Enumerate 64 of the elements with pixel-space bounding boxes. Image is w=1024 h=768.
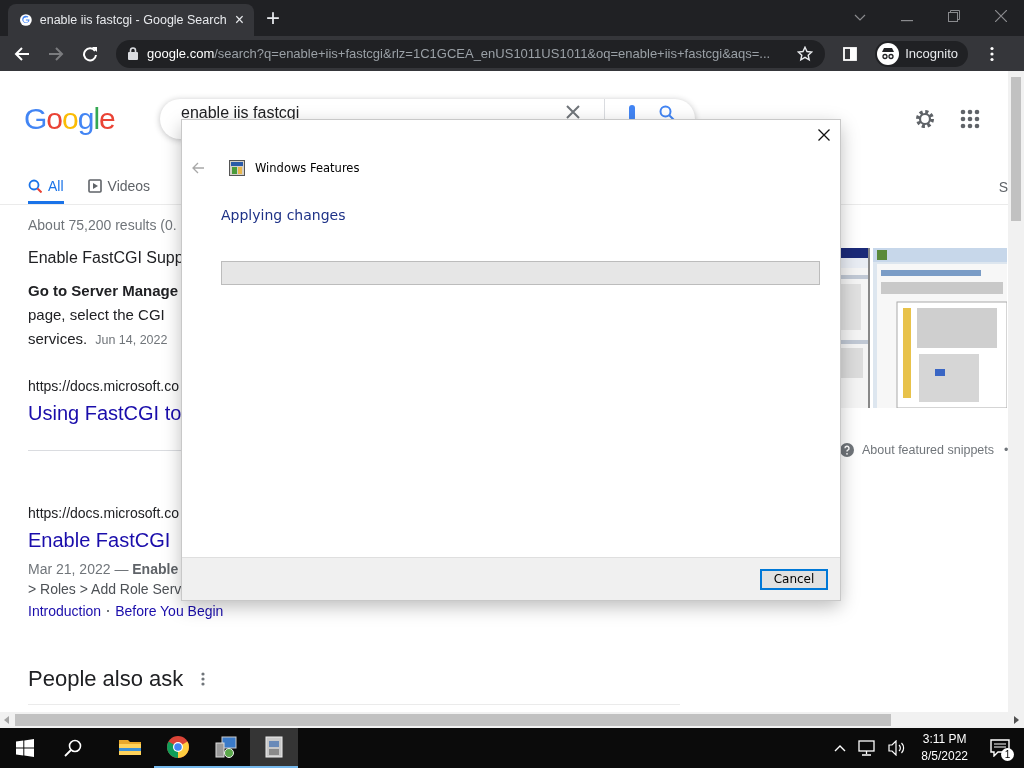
snippet-text: services.	[28, 329, 88, 349]
result-date: Mar 21, 2022 — Enable	[28, 560, 180, 578]
snippet-text: page, select the CGI	[28, 305, 166, 325]
reload-icon[interactable]	[82, 45, 98, 62]
url-text: google.com/search?q=enable+iis+fastcgi&rlz=1C1GCEA_enUS1011US1011&oq=enable+iis+fastcgi&aqs=...	[147, 46, 772, 61]
snippet-date: Jun 14, 2022	[95, 332, 168, 349]
sitelink[interactable]: Introduction	[28, 600, 102, 622]
status-heading: Applying changes	[221, 207, 347, 223]
clear-icon[interactable]	[566, 105, 580, 119]
menu-icon[interactable]	[990, 45, 994, 62]
dialog-title: Windows Features	[255, 161, 360, 175]
search-tab[interactable]: Videos	[87, 170, 151, 204]
snippet-text: Go to Server Manage	[28, 281, 180, 301]
windows-features-icon	[229, 160, 245, 176]
installer-icon	[262, 735, 286, 759]
profile-button[interactable]: Incognito	[875, 40, 968, 67]
volume-icon[interactable]	[888, 740, 907, 756]
star-icon[interactable]	[797, 45, 814, 62]
apps-icon[interactable]	[960, 109, 980, 129]
vertical-scrollbar[interactable]	[1008, 71, 1024, 712]
separator-dot: •	[1004, 443, 1008, 457]
address-bar[interactable]: google.com/search?q=enable+iis+fastcgi&rlz=1C1GCEA_enUS1011US1011&oq=enable+iis+fastcgi&aqs=...	[116, 39, 826, 68]
search-icon	[28, 178, 42, 193]
results-count: About 75,200 results (0.	[28, 217, 178, 233]
result-text: > Roles > Add Role Serv	[28, 580, 183, 599]
search-tab[interactable]: S	[998, 179, 1008, 195]
result-url: https://docs.microsoft.co	[28, 378, 180, 394]
computer-icon	[214, 735, 238, 759]
tab-close-button[interactable]: ×	[234, 11, 244, 29]
network-icon[interactable]	[858, 740, 877, 756]
scroll-right-icon[interactable]	[1013, 716, 1019, 724]
notification-icon[interactable]	[990, 739, 1010, 757]
chrome-icon	[166, 735, 190, 759]
feedback-link[interactable]: About featured snippets	[862, 443, 995, 457]
windows-start-icon[interactable]	[16, 739, 34, 757]
result-url: https://docs.microsoft.co	[28, 505, 180, 521]
minimize-icon[interactable]	[901, 20, 913, 22]
cancel-button[interactable]: Cancel	[760, 568, 828, 590]
tab-title: enable iis fastcgi - Google Search	[39, 13, 227, 27]
google-logo: Google	[24, 101, 116, 137]
restore-icon[interactable]	[948, 10, 960, 22]
more-icon[interactable]	[201, 672, 206, 686]
close-icon[interactable]	[818, 129, 830, 141]
lock-icon	[128, 47, 138, 60]
google-icon	[20, 12, 32, 28]
incognito-icon	[877, 42, 900, 65]
taskbar-app[interactable]	[250, 728, 298, 768]
section-heading: People also ask	[28, 666, 184, 692]
search-tab[interactable]: All	[28, 170, 64, 204]
tab-search-icon[interactable]	[854, 14, 866, 22]
forward-icon[interactable]	[48, 45, 64, 62]
search-field[interactable]: enable iis fastcgi	[160, 99, 695, 139]
chevron-up-icon[interactable]	[834, 744, 847, 752]
help-icon[interactable]	[840, 443, 854, 457]
new-tab-button[interactable]: +	[266, 6, 280, 30]
settings-icon[interactable]	[914, 108, 936, 130]
search-icon[interactable]	[64, 739, 82, 757]
clock[interactable]: 3:11 PM 8/5/2022	[921, 731, 968, 765]
browser-tab[interactable]: enable iis fastcgi - Google Search ×	[8, 4, 254, 36]
horizontal-scrollbar[interactable]	[0, 712, 1024, 728]
notification-count: 1	[1001, 748, 1014, 761]
side-panel-icon[interactable]	[843, 46, 858, 61]
play-icon	[87, 178, 102, 193]
sitelink[interactable]: Before You Begin	[115, 600, 224, 622]
